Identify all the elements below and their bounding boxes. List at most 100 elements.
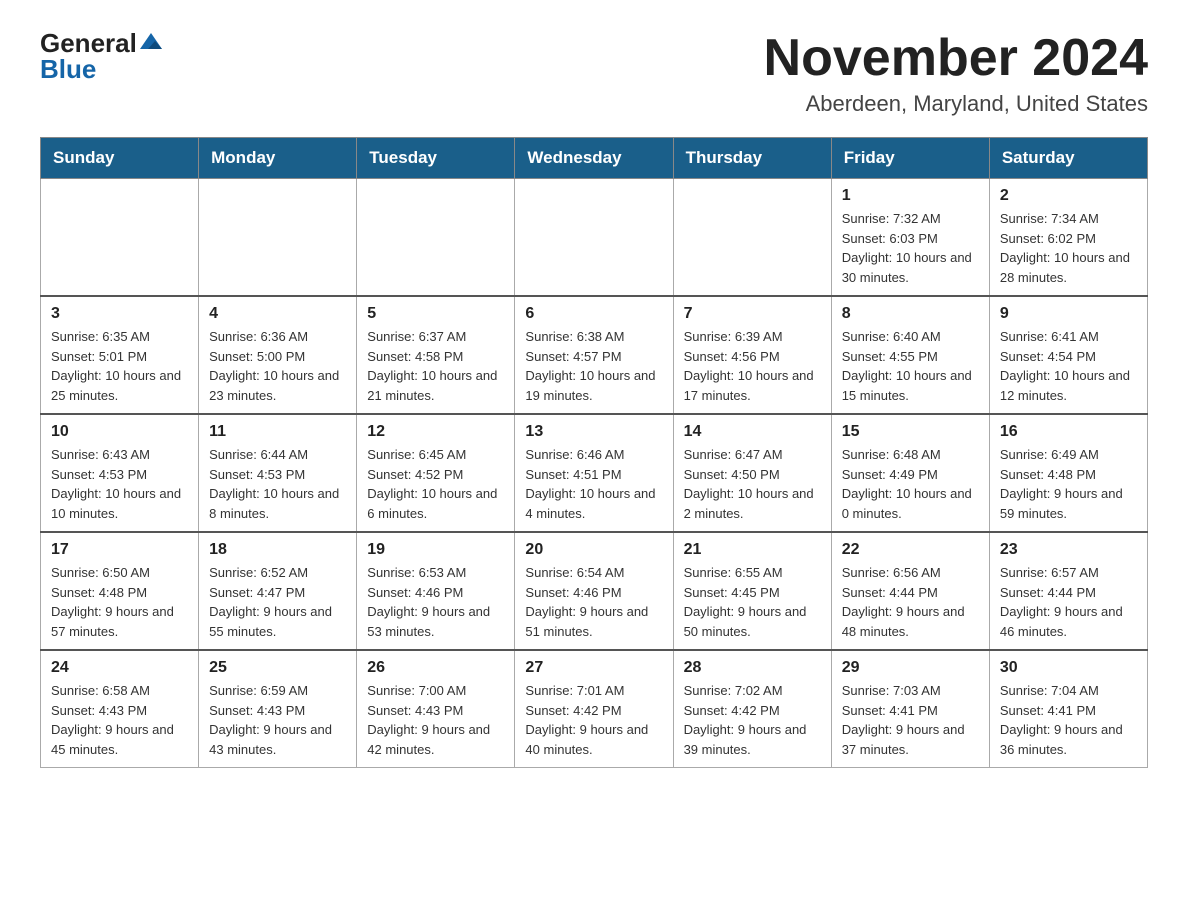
day-info: Sunrise: 6:41 AM Sunset: 4:54 PM Dayligh… xyxy=(1000,327,1137,405)
day-info: Sunrise: 7:34 AM Sunset: 6:02 PM Dayligh… xyxy=(1000,209,1137,287)
calendar-cell: 22 Sunrise: 6:56 AM Sunset: 4:44 PM Dayli… xyxy=(831,532,989,650)
day-info: Sunrise: 6:56 AM Sunset: 4:44 PM Dayligh… xyxy=(842,563,979,641)
calendar-cell: 20 Sunrise: 6:54 AM Sunset: 4:46 PM Dayli… xyxy=(515,532,673,650)
day-info: Sunrise: 6:53 AM Sunset: 4:46 PM Dayligh… xyxy=(367,563,504,641)
calendar-cell: 12 Sunrise: 6:45 AM Sunset: 4:52 PM Dayli… xyxy=(357,414,515,532)
day-info: Sunrise: 7:04 AM Sunset: 4:41 PM Dayligh… xyxy=(1000,681,1137,759)
day-number: 18 xyxy=(209,541,346,559)
day-info: Sunrise: 6:40 AM Sunset: 4:55 PM Dayligh… xyxy=(842,327,979,405)
day-number: 7 xyxy=(684,305,821,323)
day-info: Sunrise: 6:58 AM Sunset: 4:43 PM Dayligh… xyxy=(51,681,188,759)
calendar-cell xyxy=(673,179,831,297)
weekday-header-thursday: Thursday xyxy=(673,138,831,179)
calendar-cell: 10Sunrise: 6:43 AM Sunset: 4:53 PM Dayli… xyxy=(41,414,199,532)
day-number: 5 xyxy=(367,305,504,323)
day-info: Sunrise: 7:00 AM Sunset: 4:43 PM Dayligh… xyxy=(367,681,504,759)
calendar-cell: 7 Sunrise: 6:39 AM Sunset: 4:56 PM Daylig… xyxy=(673,296,831,414)
calendar-cell: 11 Sunrise: 6:44 AM Sunset: 4:53 PM Dayli… xyxy=(199,414,357,532)
weekday-header-sunday: Sunday xyxy=(41,138,199,179)
calendar-cell: 30 Sunrise: 7:04 AM Sunset: 4:41 PM Dayli… xyxy=(989,650,1147,768)
day-number: 9 xyxy=(1000,305,1137,323)
calendar-cell xyxy=(357,179,515,297)
calendar-week-row: 10Sunrise: 6:43 AM Sunset: 4:53 PM Dayli… xyxy=(41,414,1148,532)
calendar-cell: 29 Sunrise: 7:03 AM Sunset: 4:41 PM Dayli… xyxy=(831,650,989,768)
calendar-week-row: 17Sunrise: 6:50 AM Sunset: 4:48 PM Dayli… xyxy=(41,532,1148,650)
calendar-cell: 23 Sunrise: 6:57 AM Sunset: 4:44 PM Dayli… xyxy=(989,532,1147,650)
calendar-cell: 1Sunrise: 7:32 AM Sunset: 6:03 PM Daylig… xyxy=(831,179,989,297)
day-number: 20 xyxy=(525,541,662,559)
title-block: November 2024 Aberdeen, Maryland, United… xyxy=(764,30,1148,117)
day-info: Sunrise: 6:43 AM Sunset: 4:53 PM Dayligh… xyxy=(51,445,188,523)
day-info: Sunrise: 6:39 AM Sunset: 4:56 PM Dayligh… xyxy=(684,327,821,405)
day-info: Sunrise: 6:59 AM Sunset: 4:43 PM Dayligh… xyxy=(209,681,346,759)
day-number: 29 xyxy=(842,659,979,677)
day-number: 6 xyxy=(525,305,662,323)
calendar-cell: 8 Sunrise: 6:40 AM Sunset: 4:55 PM Daylig… xyxy=(831,296,989,414)
day-number: 11 xyxy=(209,423,346,441)
calendar-cell: 16 Sunrise: 6:49 AM Sunset: 4:48 PM Dayli… xyxy=(989,414,1147,532)
day-number: 15 xyxy=(842,423,979,441)
day-info: Sunrise: 7:03 AM Sunset: 4:41 PM Dayligh… xyxy=(842,681,979,759)
calendar-cell: 14 Sunrise: 6:47 AM Sunset: 4:50 PM Dayli… xyxy=(673,414,831,532)
calendar-cell xyxy=(199,179,357,297)
logo-general-text: General xyxy=(40,30,137,56)
day-number: 3 xyxy=(51,305,188,323)
logo-blue-text: Blue xyxy=(40,56,96,82)
day-info: Sunrise: 6:37 AM Sunset: 4:58 PM Dayligh… xyxy=(367,327,504,405)
location-title: Aberdeen, Maryland, United States xyxy=(764,91,1148,117)
calendar-week-row: 3 Sunrise: 6:35 AM Sunset: 5:01 PM Daylig… xyxy=(41,296,1148,414)
day-number: 4 xyxy=(209,305,346,323)
calendar-cell: 24Sunrise: 6:58 AM Sunset: 4:43 PM Dayli… xyxy=(41,650,199,768)
calendar-cell: 4Sunrise: 6:36 AM Sunset: 5:00 PM Daylig… xyxy=(199,296,357,414)
month-title: November 2024 xyxy=(764,30,1148,87)
day-number: 21 xyxy=(684,541,821,559)
day-info: Sunrise: 6:52 AM Sunset: 4:47 PM Dayligh… xyxy=(209,563,346,641)
day-number: 26 xyxy=(367,659,504,677)
day-number: 16 xyxy=(1000,423,1137,441)
day-info: Sunrise: 6:38 AM Sunset: 4:57 PM Dayligh… xyxy=(525,327,662,405)
day-info: Sunrise: 6:45 AM Sunset: 4:52 PM Dayligh… xyxy=(367,445,504,523)
day-number: 27 xyxy=(525,659,662,677)
page-header: General Blue November 2024 Aberdeen, Mar… xyxy=(40,30,1148,117)
calendar-cell: 3 Sunrise: 6:35 AM Sunset: 5:01 PM Daylig… xyxy=(41,296,199,414)
calendar-cell: 6 Sunrise: 6:38 AM Sunset: 4:57 PM Daylig… xyxy=(515,296,673,414)
day-info: Sunrise: 6:54 AM Sunset: 4:46 PM Dayligh… xyxy=(525,563,662,641)
calendar-cell: 5 Sunrise: 6:37 AM Sunset: 4:58 PM Daylig… xyxy=(357,296,515,414)
day-info: Sunrise: 6:46 AM Sunset: 4:51 PM Dayligh… xyxy=(525,445,662,523)
logo: General Blue xyxy=(40,30,162,82)
weekday-header-monday: Monday xyxy=(199,138,357,179)
day-number: 8 xyxy=(842,305,979,323)
calendar-cell: 25 Sunrise: 6:59 AM Sunset: 4:43 PM Dayli… xyxy=(199,650,357,768)
day-info: Sunrise: 6:55 AM Sunset: 4:45 PM Dayligh… xyxy=(684,563,821,641)
calendar-cell xyxy=(515,179,673,297)
day-info: Sunrise: 7:01 AM Sunset: 4:42 PM Dayligh… xyxy=(525,681,662,759)
day-number: 22 xyxy=(842,541,979,559)
day-number: 30 xyxy=(1000,659,1137,677)
day-info: Sunrise: 6:49 AM Sunset: 4:48 PM Dayligh… xyxy=(1000,445,1137,523)
calendar-header-row: SundayMondayTuesdayWednesdayThursdayFrid… xyxy=(41,138,1148,179)
calendar-cell: 27 Sunrise: 7:01 AM Sunset: 4:42 PM Dayli… xyxy=(515,650,673,768)
day-info: Sunrise: 6:48 AM Sunset: 4:49 PM Dayligh… xyxy=(842,445,979,523)
calendar-cell: 28Sunrise: 7:02 AM Sunset: 4:42 PM Dayli… xyxy=(673,650,831,768)
day-number: 28 xyxy=(684,659,821,677)
calendar-week-row: 1Sunrise: 7:32 AM Sunset: 6:03 PM Daylig… xyxy=(41,179,1148,297)
day-number: 12 xyxy=(367,423,504,441)
day-info: Sunrise: 6:50 AM Sunset: 4:48 PM Dayligh… xyxy=(51,563,188,641)
day-info: Sunrise: 6:35 AM Sunset: 5:01 PM Dayligh… xyxy=(51,327,188,405)
day-info: Sunrise: 6:47 AM Sunset: 4:50 PM Dayligh… xyxy=(684,445,821,523)
calendar-cell: 9 Sunrise: 6:41 AM Sunset: 4:54 PM Daylig… xyxy=(989,296,1147,414)
day-info: Sunrise: 6:44 AM Sunset: 4:53 PM Dayligh… xyxy=(209,445,346,523)
calendar-cell: 18 Sunrise: 6:52 AM Sunset: 4:47 PM Dayli… xyxy=(199,532,357,650)
calendar-cell: 21 Sunrise: 6:55 AM Sunset: 4:45 PM Dayli… xyxy=(673,532,831,650)
weekday-header-wednesday: Wednesday xyxy=(515,138,673,179)
day-info: Sunrise: 7:32 AM Sunset: 6:03 PM Dayligh… xyxy=(842,209,979,287)
day-number: 19 xyxy=(367,541,504,559)
day-number: 23 xyxy=(1000,541,1137,559)
calendar-cell: 15 Sunrise: 6:48 AM Sunset: 4:49 PM Dayli… xyxy=(831,414,989,532)
day-info: Sunrise: 6:57 AM Sunset: 4:44 PM Dayligh… xyxy=(1000,563,1137,641)
calendar-cell: 17Sunrise: 6:50 AM Sunset: 4:48 PM Dayli… xyxy=(41,532,199,650)
day-number: 14 xyxy=(684,423,821,441)
day-number: 25 xyxy=(209,659,346,677)
weekday-header-friday: Friday xyxy=(831,138,989,179)
day-number: 13 xyxy=(525,423,662,441)
